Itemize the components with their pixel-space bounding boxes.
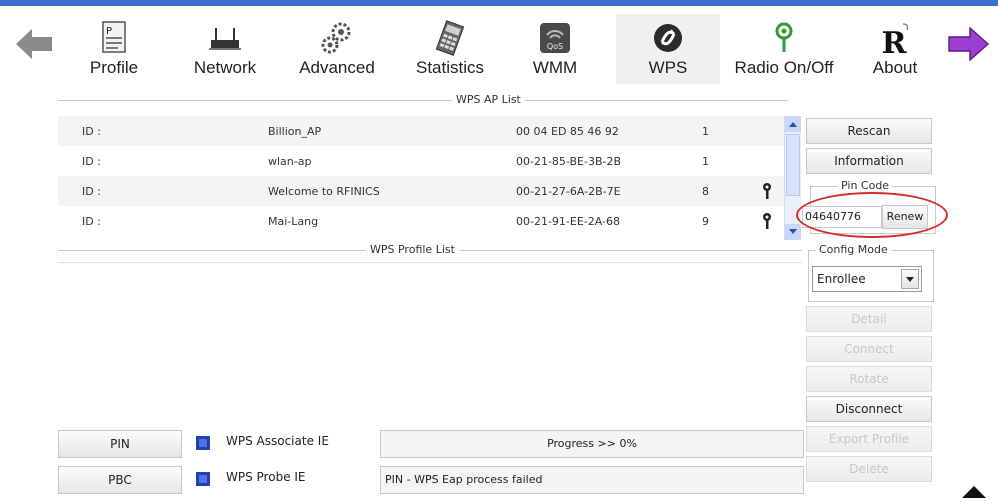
statistics-icon [435, 20, 465, 56]
delete-button[interactable]: Delete [806, 456, 932, 482]
ap-list-divider [58, 100, 788, 101]
toolbar-label: Radio On/Off [734, 58, 834, 77]
chevron-up-icon [789, 122, 797, 127]
export-profile-button[interactable]: Export Profile [806, 426, 932, 452]
radio-icon [775, 22, 793, 52]
ap-bssid: 00-21-91-EE-2A-68 [516, 215, 621, 228]
toolbar-item-about[interactable]: R About [860, 14, 930, 84]
toolbar-item-statistics[interactable]: Statistics [404, 14, 496, 84]
profile-list-title: WPS Profile List [366, 243, 459, 256]
ap-bssid: 00 04 ED 85 46 92 [516, 125, 619, 138]
pbc-button[interactable]: PBC [58, 466, 182, 494]
toolbar-item-profile[interactable]: P Profile [76, 14, 152, 84]
toolbar-label: Profile [89, 58, 139, 77]
ap-channel: 9 [702, 215, 709, 228]
toolbar-label: WPS [648, 58, 688, 77]
ap-id: ID : [82, 185, 101, 198]
toolbar: P Profile Network Advanced Statistics Qo… [0, 0, 998, 88]
information-button[interactable]: Information [806, 148, 932, 174]
about-icon: R [882, 23, 909, 56]
wps-associate-ie-label: WPS Associate IE [226, 434, 329, 448]
connect-button[interactable]: Connect [806, 336, 932, 362]
corner-up-arrow-icon [962, 486, 986, 498]
rescan-button[interactable]: Rescan [806, 118, 932, 144]
ap-id: ID : [82, 155, 101, 168]
advanced-gears-icon [321, 22, 351, 54]
toolbar-item-radio[interactable]: Radio On/Off [724, 14, 844, 84]
lock-icon [763, 213, 771, 229]
wmm-qos-icon: QoS [540, 23, 570, 53]
config-mode-select[interactable]: Enrollee [812, 266, 922, 292]
pin-code-highlight-circle [796, 192, 948, 238]
toolbar-item-advanced[interactable]: Advanced [290, 14, 384, 84]
wps-probe-ie-label: WPS Probe IE [226, 470, 306, 484]
wps-probe-ie-checkbox[interactable] [196, 472, 210, 486]
ap-channel: 8 [702, 185, 709, 198]
scroll-down-button[interactable] [785, 224, 801, 240]
ap-row[interactable]: ID : Welcome to RFINICS 00-21-27-6A-2B-7… [58, 176, 788, 206]
network-icon [209, 28, 241, 50]
toolbar-label: Network [193, 58, 257, 77]
qos-text: QoS [547, 42, 563, 51]
back-arrow-icon[interactable] [14, 26, 54, 62]
ap-list-title: WPS AP List [452, 93, 525, 106]
ap-id: ID : [82, 215, 101, 228]
lock-icon [763, 183, 771, 199]
scroll-up-button[interactable] [785, 116, 801, 132]
pin-button[interactable]: PIN [58, 430, 182, 458]
toolbar-label: Statistics [415, 58, 485, 77]
toolbar-item-wps[interactable]: WPS [616, 14, 720, 84]
ap-channel: 1 [702, 155, 709, 168]
detail-button[interactable]: Detail [806, 306, 932, 332]
profile-icon: P [102, 21, 126, 53]
chevron-down-icon [789, 229, 797, 234]
ap-bssid: 00-21-85-BE-3B-2B [516, 155, 622, 168]
config-mode-label: Config Mode [816, 243, 891, 256]
wps-associate-ie-checkbox[interactable] [196, 436, 210, 450]
ap-ssid: Billion_AP [268, 125, 322, 138]
forward-arrow-icon[interactable] [946, 26, 990, 62]
ap-row[interactable]: ID : wlan-ap 00-21-85-BE-3B-2B 1 [58, 146, 788, 176]
ap-row[interactable]: ID : Mai-Lang 00-21-91-EE-2A-68 9 [58, 206, 788, 236]
ap-row[interactable]: ID : Billion_AP 00 04 ED 85 46 92 1 [58, 116, 788, 146]
wps-icon [654, 24, 682, 52]
ap-id: ID : [82, 125, 101, 138]
ap-ssid: Mai-Lang [268, 215, 319, 228]
ap-channel: 1 [702, 125, 709, 138]
about-r-text: R [882, 26, 908, 56]
chevron-down-icon[interactable] [901, 269, 919, 289]
toolbar-accent-line [0, 0, 998, 6]
ap-list[interactable]: ID : Billion_AP 00 04 ED 85 46 92 1 ID :… [58, 116, 788, 240]
toolbar-label: WMM [532, 58, 578, 77]
scroll-thumb[interactable] [786, 134, 800, 196]
disconnect-button[interactable]: Disconnect [806, 396, 932, 422]
ap-ssid: Welcome to RFINICS [268, 185, 380, 198]
progress-status: Progress >> 0% [380, 430, 804, 458]
config-mode-value: Enrollee [817, 272, 866, 286]
wps-status-message: PIN - WPS Eap process failed [380, 466, 804, 494]
rotate-button[interactable]: Rotate [806, 366, 932, 392]
toolbar-item-wmm[interactable]: QoS WMM [520, 14, 590, 84]
pin-code-label: Pin Code [838, 179, 893, 192]
toolbar-label: Advanced [299, 58, 375, 77]
profile-list[interactable] [58, 262, 802, 423]
svg-text:P: P [106, 26, 112, 37]
toolbar-label: About [872, 58, 918, 77]
ap-bssid: 00-21-27-6A-2B-7E [516, 185, 621, 198]
ap-ssid: wlan-ap [268, 155, 312, 168]
toolbar-item-network[interactable]: Network [182, 14, 268, 84]
